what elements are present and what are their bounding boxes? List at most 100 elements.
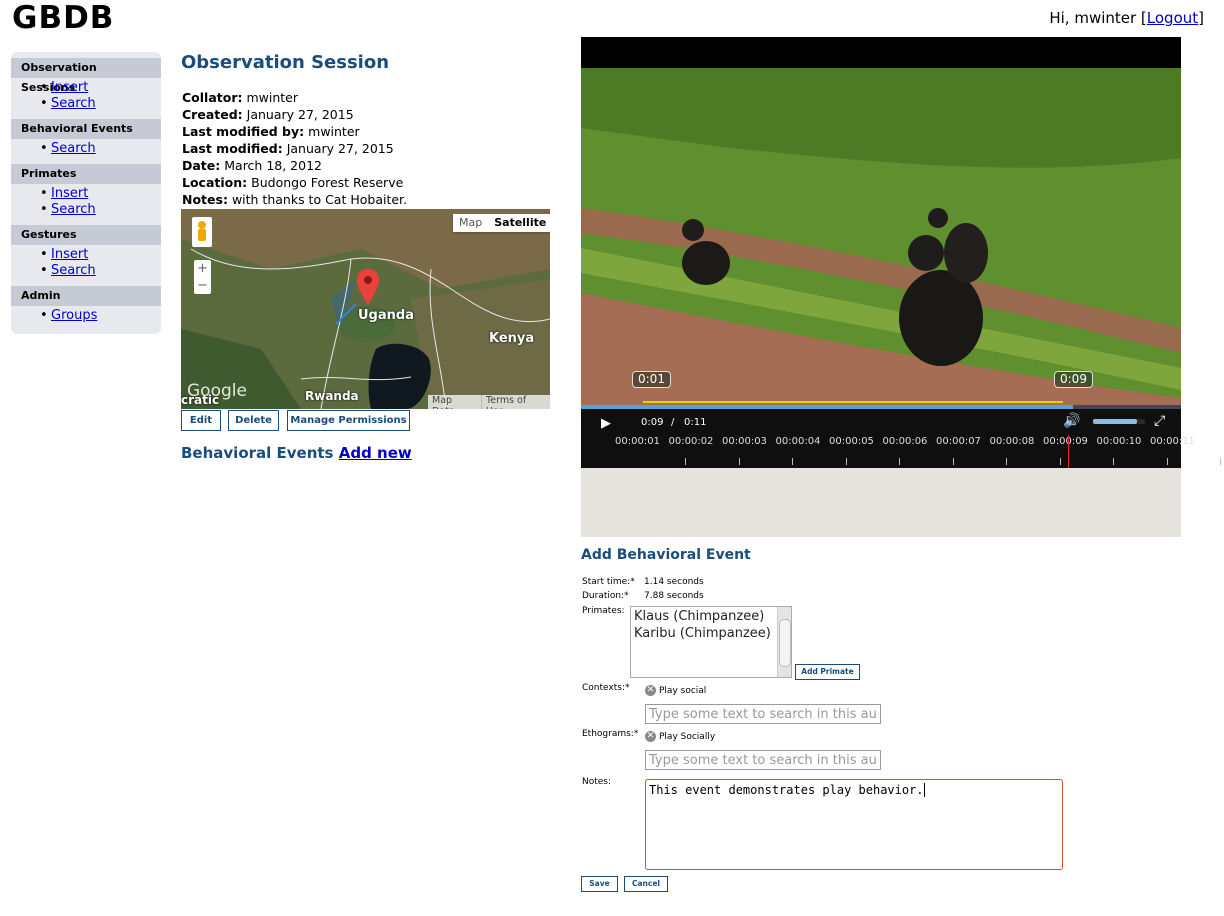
sidebar-item-admin-groups[interactable]: Groups bbox=[40, 308, 97, 323]
sidebar-item-primates-search[interactable]: Search bbox=[40, 202, 96, 217]
timeline-tick bbox=[1059, 458, 1061, 465]
play-icon[interactable]: ▶ bbox=[601, 416, 611, 431]
video-letterbox-top bbox=[581, 37, 1181, 68]
video-progress-track[interactable] bbox=[581, 405, 1181, 409]
meta-value: January 27, 2015 bbox=[246, 107, 354, 122]
primates-label: Primates: bbox=[582, 606, 625, 616]
terms-of-use-link[interactable]: Terms of Use bbox=[481, 395, 550, 409]
timeline-label: 00:00:03 bbox=[722, 436, 767, 447]
sidebar-item-events-search[interactable]: Search bbox=[40, 141, 96, 156]
sidebar-nav: Observation Sessions Insert Search Behav… bbox=[11, 52, 161, 334]
meta-location: Location: Budongo Forest Reserve bbox=[182, 175, 403, 190]
map-label-rwanda: Rwanda bbox=[305, 389, 359, 403]
timeline-label: 00:00:08 bbox=[989, 436, 1035, 447]
video-controls: ▶ 0:09 / 0:11 🔊 ⤢ 00:00:01 00:00:02 00:00:… bbox=[581, 405, 1221, 468]
map-type-toggle: Map Satellite bbox=[453, 214, 550, 232]
primates-listbox[interactable]: Klaus (Chimpanzee) Karibu (Chimpanzee) bbox=[630, 606, 792, 678]
timeline-tick bbox=[845, 458, 847, 465]
primate-option[interactable]: Karibu (Chimpanzee) bbox=[634, 626, 771, 641]
meta-last-modified-by: Last modified by: mwinter bbox=[182, 124, 360, 139]
behavioral-events-title: Behavioral Events bbox=[181, 444, 334, 462]
logout-link[interactable]: Logout bbox=[1147, 9, 1198, 27]
clip-range-bar bbox=[643, 401, 1063, 403]
meta-value: mwinter bbox=[246, 90, 299, 105]
ethograms-label: Ethograms:* bbox=[582, 729, 639, 739]
notes-textarea[interactable]: This event demonstrates play behavior. bbox=[645, 779, 1063, 870]
meta-value: January 27, 2015 bbox=[286, 141, 394, 156]
zoom-in-button[interactable]: + bbox=[194, 260, 211, 277]
fullscreen-icon[interactable]: ⤢ bbox=[1154, 413, 1165, 429]
ethogram-chip-label: Play Socially bbox=[659, 732, 716, 742]
context-chip: ✕ Play social bbox=[645, 685, 706, 696]
volume-slider[interactable] bbox=[1093, 419, 1145, 424]
video-frame-image[interactable] bbox=[581, 68, 1181, 405]
map-label-kenya: Kenya bbox=[489, 331, 535, 346]
sidebar-heading-primates: Primates bbox=[11, 164, 161, 184]
sidebar-heading-admin: Admin bbox=[11, 286, 161, 306]
save-button[interactable]: Save bbox=[581, 876, 618, 892]
zoom-out-button[interactable]: − bbox=[194, 277, 211, 294]
meta-collator: Collator: mwinter bbox=[182, 90, 298, 105]
timeline-label: 00:00:06 bbox=[882, 436, 928, 447]
meta-date: Date: March 18, 2012 bbox=[182, 158, 322, 173]
video-player[interactable]: 0:01 0:09 ▶ 0:09 / 0:11 🔊 ⤢ 00:00:01 00:0… bbox=[581, 37, 1221, 537]
meta-label: Last modified: bbox=[182, 141, 283, 156]
primate-option[interactable]: Klaus (Chimpanzee) bbox=[634, 609, 764, 624]
meta-created: Created: January 27, 2015 bbox=[182, 107, 354, 122]
start-time-value: 1.14 seconds bbox=[644, 577, 704, 587]
clip-end-marker[interactable]: 0:09 bbox=[1054, 371, 1093, 388]
contexts-search-input[interactable]: Type some text to search in this au bbox=[645, 704, 881, 724]
sidebar-item-primates-insert[interactable]: Insert bbox=[40, 186, 88, 201]
meta-value: mwinter bbox=[308, 124, 360, 139]
notes-text: This event demonstrates play behavior. bbox=[649, 783, 924, 797]
map-marker-pin-icon[interactable] bbox=[357, 269, 379, 309]
ethogram-chip: ✕ Play Socially bbox=[645, 731, 715, 742]
behavioral-events-heading: Behavioral Events Add new bbox=[181, 444, 412, 462]
cancel-button[interactable]: Cancel bbox=[624, 876, 668, 892]
duration-label: Duration:* bbox=[582, 591, 629, 601]
clip-start-marker[interactable]: 0:01 bbox=[632, 371, 671, 388]
remove-context-icon[interactable]: ✕ bbox=[645, 685, 656, 696]
sidebar-item-sessions-search[interactable]: Search bbox=[40, 96, 96, 111]
video-frame[interactable]: 0:01 0:09 bbox=[581, 68, 1181, 405]
location-map[interactable]: + − Map Satellite Uganda Kenya Rwanda cr… bbox=[181, 209, 550, 409]
add-primate-button[interactable]: Add Primate bbox=[795, 664, 860, 680]
sidebar-item-gestures-insert[interactable]: Insert bbox=[40, 247, 88, 262]
meta-label: Location: bbox=[182, 175, 248, 190]
delete-button[interactable]: Delete bbox=[228, 410, 279, 431]
map-label-uganda: Uganda bbox=[358, 308, 414, 323]
timeline-ruler[interactable]: 00:00:01 00:00:02 00:00:03 00:00:04 00:00:05… bbox=[581, 435, 1221, 465]
primates-scrollbar[interactable] bbox=[777, 607, 791, 677]
map-type-satellite-button[interactable]: Satellite bbox=[488, 214, 550, 232]
notes-label: Notes: bbox=[582, 777, 612, 787]
sidebar-item-gestures-search[interactable]: Search bbox=[40, 263, 96, 278]
timeline-tick bbox=[1113, 458, 1114, 465]
page-title: Observation Session bbox=[181, 52, 390, 73]
street-view-pegman-icon[interactable] bbox=[192, 217, 212, 247]
greeting-text: Hi, mwinter [ bbox=[1049, 9, 1147, 27]
add-new-link[interactable]: Add new bbox=[339, 444, 412, 462]
volume-icon[interactable]: 🔊 bbox=[1063, 413, 1080, 429]
volume-level bbox=[1093, 419, 1138, 424]
timeline-label: 00:00:11 bbox=[1150, 436, 1195, 447]
ethograms-search-input[interactable]: Type some text to search in this au bbox=[645, 750, 881, 770]
manage-permissions-button[interactable]: Manage Permissions bbox=[287, 410, 410, 431]
time-separator: / bbox=[671, 417, 675, 428]
meta-label: Date: bbox=[182, 158, 221, 173]
edit-button[interactable]: Edit bbox=[181, 410, 221, 431]
sidebar-item-sessions-insert[interactable]: Insert bbox=[40, 80, 88, 95]
meta-label: Collator: bbox=[182, 90, 243, 105]
remove-ethogram-icon[interactable]: ✕ bbox=[645, 731, 656, 742]
timeline-playhead[interactable] bbox=[1068, 435, 1069, 468]
video-progress-fill bbox=[581, 405, 1073, 409]
meta-value: Budongo Forest Reserve bbox=[251, 175, 404, 190]
map-data-link[interactable]: Map Data bbox=[428, 395, 481, 409]
meta-notes: Notes: with thanks to Cat Hobaiter. bbox=[182, 192, 407, 207]
meta-label: Last modified by: bbox=[182, 124, 305, 139]
sidebar-heading-observation-sessions: Observation Sessions bbox=[11, 58, 161, 94]
timeline-label: 00:00:09 bbox=[1043, 436, 1088, 447]
map-type-map-button[interactable]: Map bbox=[453, 214, 488, 232]
scrollbar-thumb[interactable] bbox=[779, 619, 791, 667]
timeline-tick bbox=[685, 458, 686, 465]
timeline-label: 00:00:07 bbox=[936, 436, 981, 447]
